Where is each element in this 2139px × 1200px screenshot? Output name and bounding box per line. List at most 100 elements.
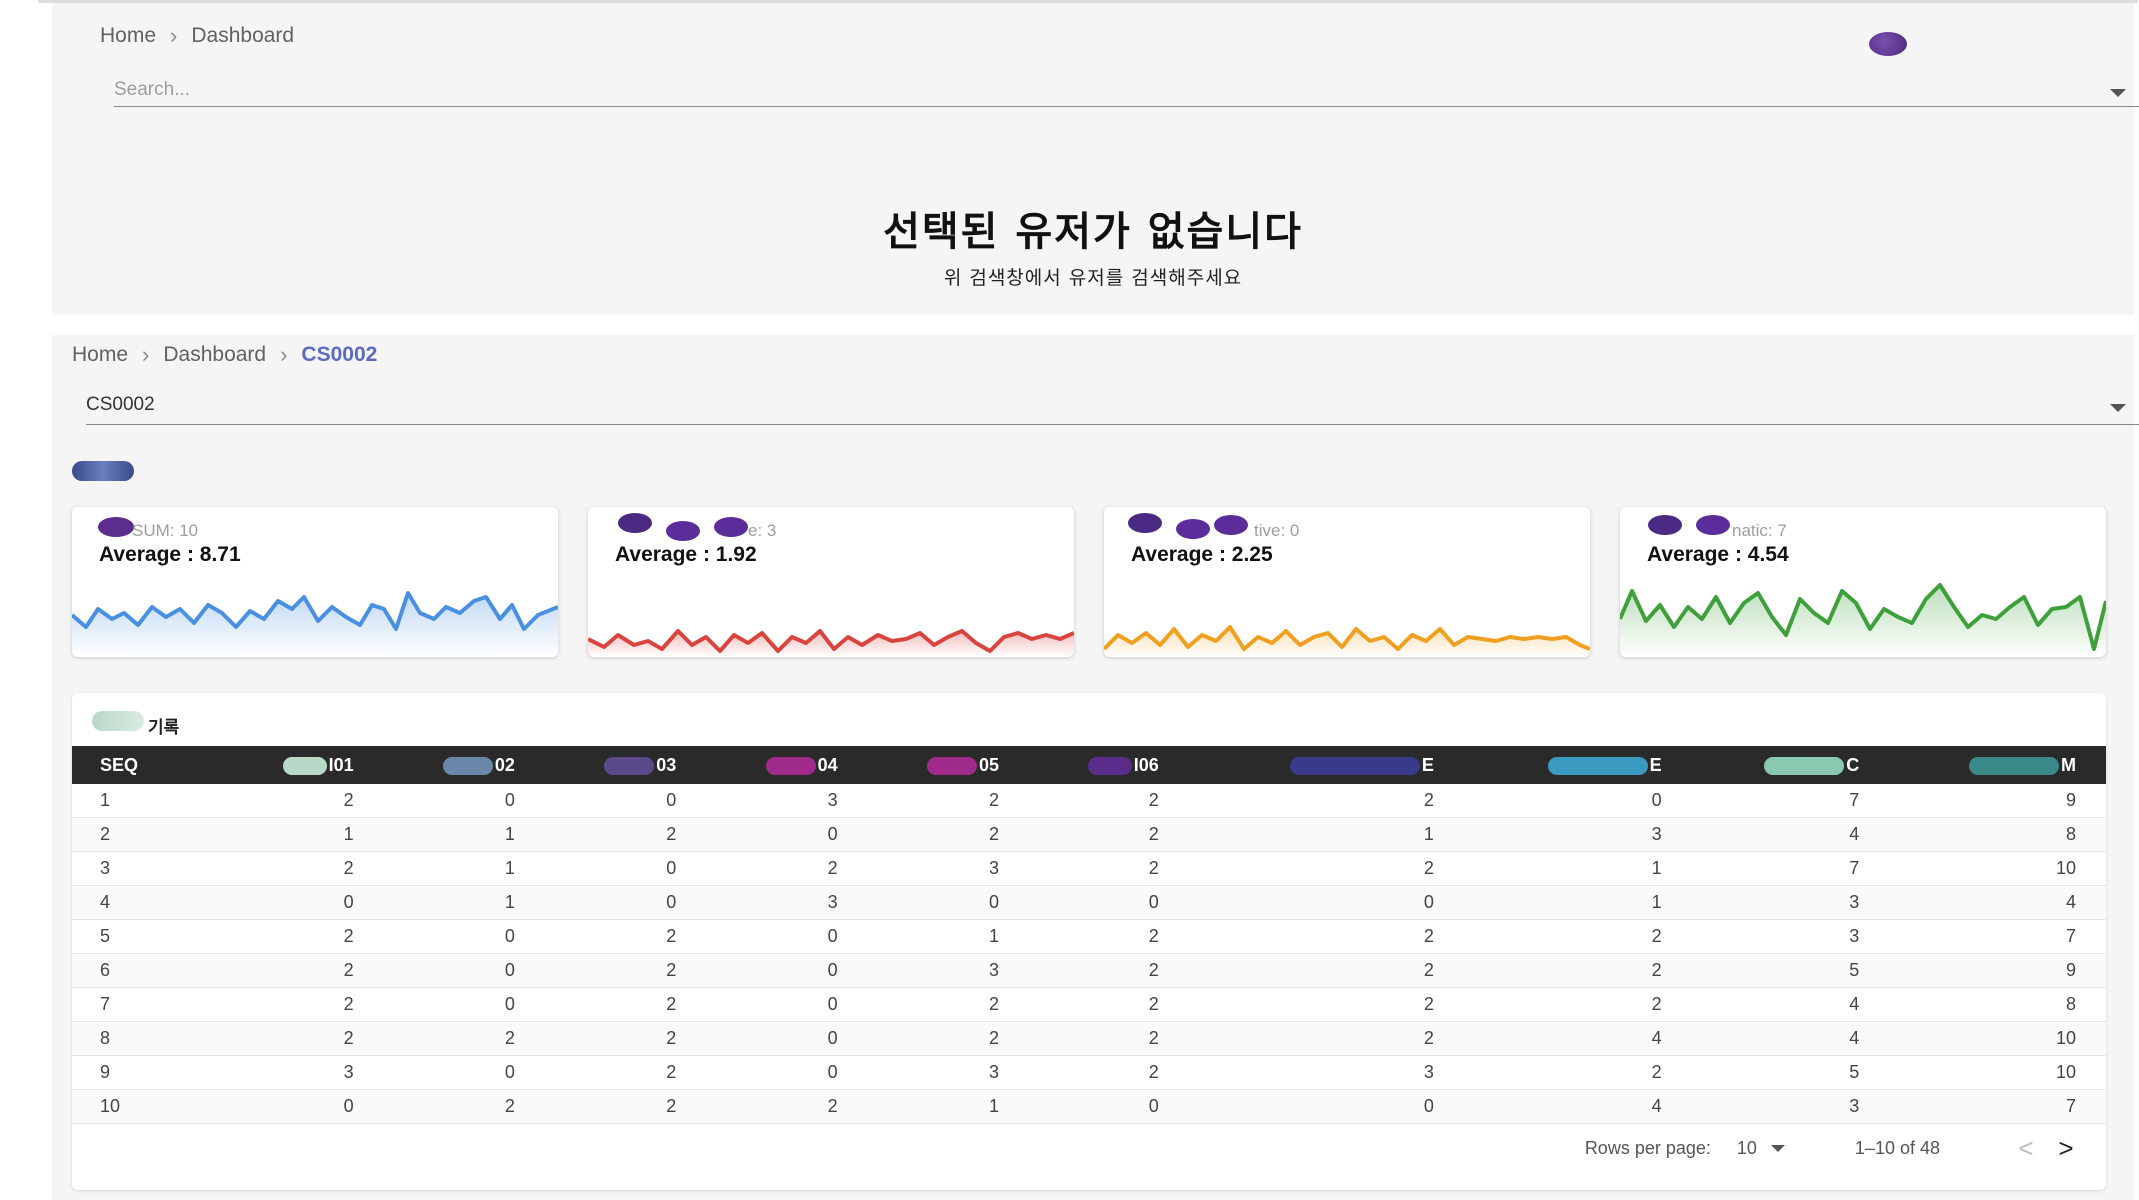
table-row[interactable]: 62020322259 xyxy=(72,953,2106,988)
table-cell: 1 xyxy=(1188,817,1464,852)
metric-label: e: 3 xyxy=(748,521,777,540)
sparkline-chart xyxy=(1104,625,1590,657)
table-row[interactable]: 10 0 2 2 2 1 0 0 4 3 7 xyxy=(72,1089,2106,1124)
table-cell: 2 xyxy=(223,953,384,988)
table-cell: 7 xyxy=(1691,851,1890,886)
table-cell: 9 xyxy=(72,1055,224,1090)
table-cell: 2 xyxy=(1028,987,1189,1022)
chevron-down-icon xyxy=(1770,1144,1785,1152)
table-row[interactable]: 9 3 0 2 0 3 2 3 2 5 10 xyxy=(72,1055,2106,1090)
chevron-down-icon[interactable] xyxy=(2110,89,2126,97)
table-cell: 2 xyxy=(867,784,1029,818)
table-cell: 2 xyxy=(1028,953,1189,988)
table-cell: 0 xyxy=(867,885,1029,920)
table-cell: 0 xyxy=(383,953,545,988)
metric-card: tive: 0 Average : 2.25 xyxy=(1104,507,1590,657)
column-header[interactable]: E xyxy=(1463,746,1692,784)
column-header[interactable]: E xyxy=(1188,746,1464,784)
user-dashboard-panel: Home › Dashboard › CS0002 CS0002 SUM: 10… xyxy=(52,335,2139,1200)
column-header[interactable]: 05 xyxy=(867,746,1029,784)
table-cell: 2 xyxy=(544,953,707,988)
table-cell: 2 xyxy=(1188,851,1464,886)
table-cell: 1 xyxy=(867,1089,1029,1124)
table-cell: 0 xyxy=(1188,1089,1464,1124)
table-cell: 3 xyxy=(706,784,868,818)
table-cell: 2 xyxy=(1188,919,1464,954)
table-cell: 1 xyxy=(1463,885,1692,920)
next-page-button[interactable]: > xyxy=(2046,1133,2086,1164)
table-row[interactable]: 21120221348 xyxy=(72,817,2106,852)
chevron-down-icon[interactable] xyxy=(2110,404,2126,412)
table-cell: 3 xyxy=(867,851,1029,886)
table-cell: 0 xyxy=(1028,1089,1189,1124)
column-header[interactable]: I01 xyxy=(223,746,384,784)
table-cell: 9 xyxy=(1889,784,2106,818)
redacted-mark xyxy=(92,711,144,731)
breadcrumb-separator: › xyxy=(170,23,178,48)
column-header[interactable]: 04 xyxy=(706,746,868,784)
table-row[interactable]: 52020122237 xyxy=(72,919,2106,954)
table-cell: 2 xyxy=(1188,953,1464,988)
table-cell: 4 xyxy=(1691,817,1890,852)
table-cell: 2 xyxy=(706,851,868,886)
table-row[interactable]: 12003222079 xyxy=(72,784,2106,818)
table-cell: 4 xyxy=(1691,1021,1890,1056)
search-input[interactable] xyxy=(114,79,2139,101)
redacted-mark xyxy=(1128,513,1162,533)
table-cell: 2 xyxy=(383,1089,545,1124)
table-cell: 0 xyxy=(544,851,707,886)
table-cell: 2 xyxy=(867,817,1029,852)
table-row[interactable]: 3 2 1 0 2 3 2 2 1 7 10 xyxy=(72,851,2106,886)
metric-label: SUM: 10 xyxy=(132,521,199,540)
table-pagination: Rows per page: 10 1–10 of 48 < > xyxy=(1585,1133,2106,1163)
table-cell: 2 xyxy=(544,1089,707,1124)
pagination-range: 1–10 of 48 xyxy=(1854,1137,1940,1158)
table-cell: 2 xyxy=(544,817,707,852)
column-header[interactable]: M xyxy=(1889,746,2106,784)
column-header[interactable]: C xyxy=(1691,746,1890,784)
breadcrumb-dashboard[interactable]: Dashboard xyxy=(163,343,266,367)
table-cell: 2 xyxy=(706,1089,868,1124)
user-selector-value: CS0002 xyxy=(86,394,155,415)
table-cell: 7 xyxy=(1691,784,1890,818)
table-cell: 0 xyxy=(706,919,868,954)
empty-state-title: 선택된 유저가 없습니다 xyxy=(883,209,1303,255)
breadcrumb-home[interactable]: Home xyxy=(72,343,128,367)
column-header[interactable]: 03 xyxy=(544,746,707,784)
table-cell: 6 xyxy=(72,953,224,988)
table-row[interactable]: 40103000134 xyxy=(72,885,2106,920)
previous-page-button[interactable]: < xyxy=(2006,1133,2046,1164)
rows-per-page-select[interactable]: 10 xyxy=(1737,1138,1785,1159)
records-table-card: 기록 SEQ I01 02 03 04 05 I06 E E C M 12003… xyxy=(72,693,2106,1190)
table-cell: 10 xyxy=(1889,1021,2106,1056)
table-cell: 2 xyxy=(383,1021,545,1056)
table-cell: 2 xyxy=(544,987,707,1022)
table-cell: 1 xyxy=(383,885,545,920)
breadcrumb-dashboard[interactable]: Dashboard xyxy=(191,24,294,48)
avatar[interactable] xyxy=(1869,32,1907,56)
table-cell: 10 xyxy=(72,1089,224,1124)
table-cell: 0 xyxy=(544,885,707,920)
column-header[interactable]: 02 xyxy=(383,746,545,784)
table-cell: 8 xyxy=(1889,987,2106,1022)
metric-card: natic: 7 Average : 4.54 xyxy=(1620,507,2106,657)
table-cell: 2 xyxy=(1188,784,1464,818)
column-header[interactable]: I06 xyxy=(1028,746,1189,784)
table-cell: 0 xyxy=(706,817,868,852)
table-cell: 2 xyxy=(1028,851,1189,886)
user-selector[interactable]: CS0002 xyxy=(86,394,2139,425)
table-cell: 2 xyxy=(223,987,384,1022)
table-cell: 2 xyxy=(867,987,1029,1022)
table-body: 1 2 0 0 3 2 2 2 0 7 9 2 1 1 2 0 2 2 1 3 4 8 3 2 1 0 2 3 2 2 1 7 10 4 0 1 0 3 0… xyxy=(72,784,2106,1124)
table-row[interactable]: 8 2 2 2 0 2 2 2 4 4 10 xyxy=(72,1021,2106,1056)
user-search-field xyxy=(114,79,2139,107)
breadcrumb-current-user: CS0002 xyxy=(301,343,378,366)
metric-card: e: 3 Average : 1.92 xyxy=(588,507,1074,657)
table-cell: 9 xyxy=(1889,953,2106,988)
table-row[interactable]: 72020222248 xyxy=(72,987,2106,1022)
breadcrumb: Home › Dashboard › CS0002 xyxy=(72,342,377,368)
breadcrumb-home[interactable]: Home xyxy=(100,24,156,48)
table-cell: 4 xyxy=(72,885,224,920)
table-cell: 2 xyxy=(544,1021,707,1056)
column-header[interactable]: SEQ xyxy=(72,746,224,784)
